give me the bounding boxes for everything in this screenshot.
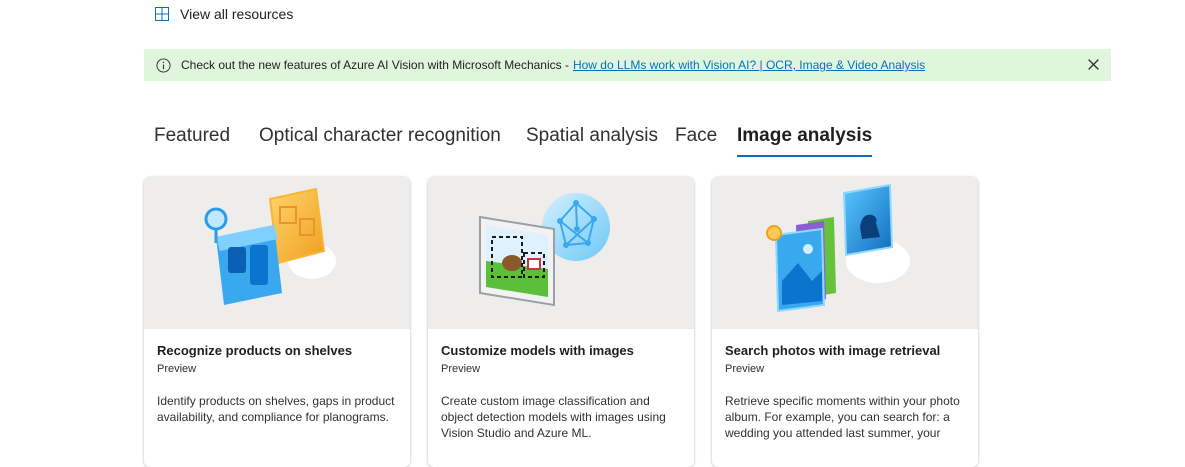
info-banner: Check out the new features of Azure AI V…: [144, 49, 1111, 81]
banner-text: Check out the new features of Azure AI V…: [181, 58, 569, 72]
card-description: Retrieve specific moments within your ph…: [725, 394, 960, 440]
card-description: Create custom image classification and o…: [441, 394, 666, 440]
tab-spatial-analysis[interactable]: Spatial analysis: [526, 123, 658, 157]
tab-optical-character-recognition[interactable]: Optical character recognition: [259, 123, 501, 157]
custom-model-illustration: [428, 177, 694, 329]
banner-link[interactable]: How do LLMs work with Vision AI? | OCR, …: [573, 58, 925, 72]
product-recognition-illustration: [144, 177, 410, 329]
view-all-label: View all resources: [180, 6, 294, 22]
tab-face[interactable]: Face: [675, 123, 717, 157]
preview-badge: Preview: [157, 363, 197, 375]
card-description: Identify products on shelves, gaps in pr…: [157, 394, 395, 424]
card-title: Recognize products on shelves: [157, 343, 353, 358]
preview-badge: Preview: [441, 363, 481, 375]
preview-badge: Preview: [725, 363, 765, 375]
info-icon: [156, 57, 171, 73]
card-title: Search photos with image retrieval: [725, 343, 941, 358]
tab-image-analysis[interactable]: Image analysis: [737, 123, 873, 157]
view-all-resources-link[interactable]: View all resources: [155, 6, 293, 22]
card-search-photos[interactable]: Search photos with image retrieval Previ…: [712, 177, 978, 467]
tab-featured[interactable]: Featured: [154, 123, 230, 157]
image-retrieval-illustration: [712, 177, 978, 329]
card-recognize-products[interactable]: Recognize products on shelves Preview Id…: [144, 177, 410, 467]
card-customize-models[interactable]: Customize models with images Preview Cre…: [428, 177, 694, 467]
close-icon[interactable]: [1087, 58, 1100, 71]
grid-icon: [155, 7, 169, 21]
card-title: Customize models with images: [441, 343, 634, 358]
